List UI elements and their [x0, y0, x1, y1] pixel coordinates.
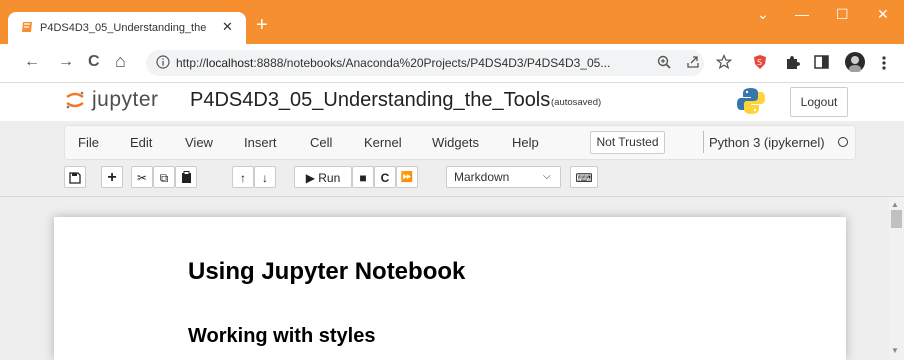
url-text: http://localhost:8888/notebooks/Anaconda… [176, 56, 636, 70]
paste-icon [181, 171, 191, 183]
site-info-icon[interactable] [156, 55, 170, 69]
insert-cell-button[interactable]: + [101, 166, 123, 188]
notebook-favicon-icon [22, 22, 32, 32]
profile-avatar[interactable] [845, 52, 865, 72]
reload-icon[interactable]: C [88, 53, 100, 71]
save-icon [69, 172, 81, 184]
menu-edit[interactable]: Edit [130, 135, 152, 150]
forward-icon[interactable]: → [58, 53, 74, 71]
chevron-down-icon: ⌵ [543, 171, 551, 182]
run-button[interactable]: ▶ Run [294, 166, 352, 188]
share-icon[interactable] [686, 55, 700, 69]
url-prefix: http:// [176, 56, 207, 70]
back-icon[interactable]: ← [24, 53, 40, 71]
jupyter-logo-icon[interactable] [64, 89, 86, 111]
menu-help[interactable]: Help [512, 135, 539, 150]
menu-cell[interactable]: Cell [310, 135, 332, 150]
logout-button[interactable]: Logout [790, 87, 848, 117]
cut-button[interactable]: ✂ [131, 166, 153, 188]
scrollbar-thumb[interactable] [891, 210, 902, 228]
zoom-icon[interactable] [657, 55, 671, 69]
autosave-status: (autosaved) [551, 97, 602, 108]
command-palette-button[interactable]: ⌨ [570, 166, 598, 188]
move-up-button[interactable]: ↑ [232, 166, 254, 188]
tab-search-icon[interactable]: ⌄ [757, 6, 769, 23]
scroll-down-icon[interactable]: ▼ [891, 346, 899, 355]
sidepanel-icon[interactable] [814, 55, 829, 69]
move-down-button[interactable]: ↓ [254, 166, 276, 188]
svg-text:S: S [757, 58, 762, 67]
interrupt-kernel-button[interactable]: ■ [352, 166, 374, 188]
restart-kernel-button[interactable]: C [374, 166, 396, 188]
restart-run-all-button[interactable]: ⏩ [396, 166, 418, 188]
copy-button[interactable]: ⧉ [153, 166, 175, 188]
url-path: :8888/notebooks/Anaconda%20Projects/P4DS… [253, 56, 611, 70]
menu-file[interactable]: File [78, 135, 99, 150]
kernel-divider [703, 131, 704, 153]
home-icon[interactable]: ⌂ [115, 51, 126, 72]
kebab-menu-icon[interactable] [881, 55, 887, 71]
notebook-page[interactable] [54, 217, 846, 360]
jupyter-logo-text[interactable]: jupyter [92, 88, 159, 112]
markdown-heading-1[interactable]: Using Jupyter Notebook [188, 258, 465, 286]
menu-insert[interactable]: Insert [244, 135, 277, 150]
maximize-button[interactable]: ☐ [836, 6, 849, 23]
close-window-button[interactable]: ✕ [877, 6, 889, 23]
tab-title: P4DS4D3_05_Understanding_the [40, 22, 207, 34]
markdown-heading-2[interactable]: Working with styles [188, 325, 375, 348]
scroll-up-icon[interactable]: ▲ [891, 200, 899, 209]
kernel-idle-icon [838, 137, 848, 147]
url-host: localhost [206, 56, 254, 70]
menu-kernel[interactable]: Kernel [364, 135, 402, 150]
python-logo-icon [737, 88, 765, 114]
paste-button[interactable] [175, 166, 197, 188]
puzzle-icon[interactable] [784, 54, 800, 70]
star-icon[interactable] [716, 54, 732, 70]
kernel-name[interactable]: Python 3 (ipykernel) [709, 135, 825, 150]
menu-widgets[interactable]: Widgets [432, 135, 479, 150]
shield-extension-icon[interactable]: S [752, 54, 768, 70]
tab-close-icon[interactable]: ✕ [222, 19, 233, 35]
menu-view[interactable]: View [185, 135, 213, 150]
notebook-title[interactable]: P4DS4D3_05_Understanding_the_Tools [190, 89, 550, 112]
new-tab-button[interactable]: + [256, 14, 268, 37]
save-button[interactable] [64, 166, 86, 188]
minimize-button[interactable]: — [795, 6, 809, 22]
trust-status-button[interactable]: Not Trusted [590, 131, 665, 154]
